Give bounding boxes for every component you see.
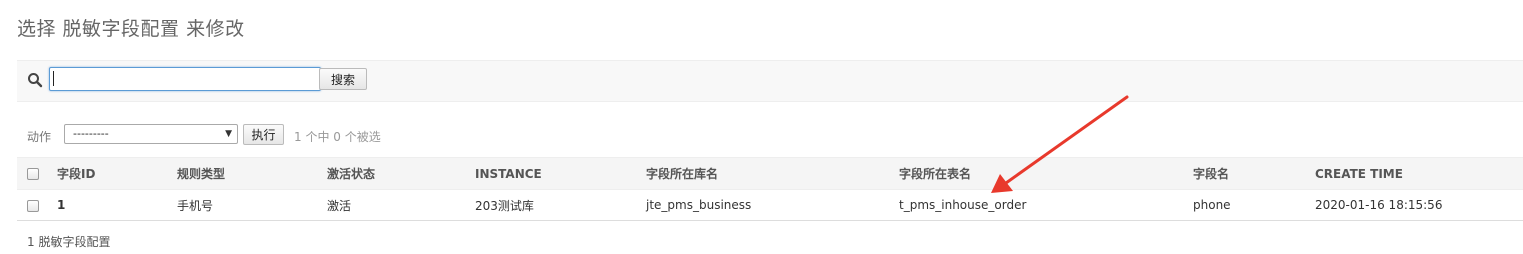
select-all-checkbox[interactable]	[17, 158, 57, 190]
run-action-button[interactable]: 执行	[243, 124, 284, 145]
checkbox-icon	[27, 168, 39, 180]
column-header-field-id[interactable]: 字段ID	[57, 158, 177, 190]
table-row: 1 手机号 激活 203测试库 jte_pms_business t_pms_i…	[17, 190, 1523, 221]
column-header-table-name[interactable]: 字段所在表名	[899, 158, 1193, 190]
cell-db-name: jte_pms_business	[646, 198, 752, 212]
search-input[interactable]	[49, 67, 321, 91]
column-header-status[interactable]: 激活状态	[327, 158, 475, 190]
cell-field-name: phone	[1193, 198, 1231, 212]
cell-rule-type: 手机号	[177, 198, 214, 213]
column-header-instance[interactable]: INSTANCE	[475, 158, 646, 190]
result-count: 1 脱敏字段配置	[27, 235, 111, 249]
search-icon	[28, 73, 43, 88]
selection-counter: 1 个中 0 个被选	[294, 130, 381, 144]
page-title: 选择 脱敏字段配置 来修改	[17, 18, 245, 40]
table-header-row: 字段ID 规则类型 激活状态 INSTANCE 字段所在库名 字段所在表名 字段…	[17, 157, 1523, 190]
cell-status: 激活	[327, 198, 352, 213]
actions-label: 动作	[27, 130, 52, 144]
row-checkbox[interactable]	[17, 190, 57, 221]
column-header-rule-type[interactable]: 规则类型	[177, 158, 327, 190]
cell-create-time: 2020-01-16 18:15:56	[1315, 198, 1443, 212]
field-id-link[interactable]: 1	[57, 198, 65, 212]
column-header-db-name[interactable]: 字段所在库名	[646, 158, 899, 190]
checkbox-icon	[27, 199, 39, 212]
cell-table-name: t_pms_inhouse_order	[899, 198, 1027, 212]
column-header-create-time[interactable]: CREATE TIME	[1315, 158, 1523, 190]
search-toolbar: 搜索	[17, 60, 1523, 102]
action-select-value: ---------	[73, 127, 109, 140]
results-table: 字段ID 规则类型 激活状态 INSTANCE 字段所在库名 字段所在表名 字段…	[17, 157, 1523, 221]
text-cursor	[53, 71, 54, 86]
action-select[interactable]: --------- ▼	[64, 124, 238, 144]
actions-bar: 动作 --------- ▼ 执行 1 个中 0 个被选	[17, 122, 517, 148]
dropdown-arrow-icon: ▼	[225, 129, 232, 139]
column-header-field-name[interactable]: 字段名	[1193, 158, 1315, 190]
search-button[interactable]: 搜索	[319, 68, 367, 90]
cell-instance: 203测试库	[475, 198, 534, 213]
